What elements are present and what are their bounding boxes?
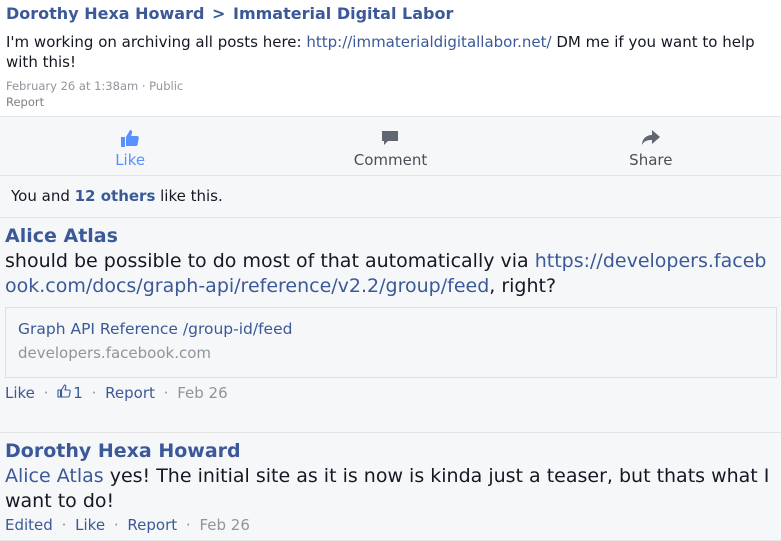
comment-sep: · xyxy=(185,516,191,534)
post-report-link[interactable]: Report xyxy=(6,94,775,110)
comment-item: Dorothy Hexa Howard Alice Atlas yes! The… xyxy=(0,433,781,541)
comment-author-link[interactable]: Alice Atlas xyxy=(5,218,776,248)
likes-others-link[interactable]: 12 others xyxy=(75,187,156,205)
post-url-link[interactable]: http://immaterialdigitallabor.net/ xyxy=(306,33,551,51)
comment-text-before: should be possible to do most of that au… xyxy=(5,250,535,272)
likes-prefix: You and xyxy=(11,187,75,205)
comment-like-count-value: 1 xyxy=(73,384,83,402)
comment-report-link[interactable]: Report xyxy=(127,516,177,534)
comment-author-link[interactable]: Dorothy Hexa Howard xyxy=(5,433,776,463)
comment-actions: Like · 1 · Report · Feb 26 xyxy=(5,384,776,402)
post-timestamp[interactable]: February 26 at 1:38am xyxy=(6,79,138,93)
post-byline: Dorothy Hexa Howard > Immaterial Digital… xyxy=(6,4,775,24)
post-text-before: I'm working on archiving all posts here: xyxy=(6,33,307,51)
comment-sep: · xyxy=(91,384,97,402)
share-icon xyxy=(640,128,662,151)
comment-mention-link[interactable]: Alice Atlas xyxy=(5,465,104,487)
comment-like-button[interactable]: Like xyxy=(75,516,105,534)
post-author-link[interactable]: Dorothy Hexa Howard xyxy=(6,4,204,23)
share-button-label: Share xyxy=(629,150,673,169)
likes-suffix: like this. xyxy=(155,187,223,205)
link-preview-title: Graph API Reference /group-id/feed xyxy=(18,320,293,338)
byline-separator: > xyxy=(212,4,226,23)
likes-summary: You and 12 others like this. xyxy=(0,176,781,218)
comment-text-body: yes! The initial site as it is now is ki… xyxy=(5,465,770,512)
comment-text: should be possible to do most of that au… xyxy=(5,249,776,299)
comment-edited-link[interactable]: Edited xyxy=(5,516,53,534)
like-button[interactable]: Like xyxy=(0,117,260,175)
comment-like-button[interactable]: Like xyxy=(5,384,35,402)
thumbs-up-icon xyxy=(120,128,140,151)
post-text: I'm working on archiving all posts here:… xyxy=(6,32,775,72)
comment-date[interactable]: Feb 26 xyxy=(199,516,249,534)
meta-dot: · xyxy=(141,79,146,93)
comment-sep: · xyxy=(61,516,67,534)
comment-sep: · xyxy=(163,384,169,402)
comment-text: Alice Atlas yes! The initial site as it … xyxy=(5,464,776,514)
action-bar: Like Comment Share xyxy=(0,116,781,176)
comment-report-link[interactable]: Report xyxy=(105,384,155,402)
group-link[interactable]: Immaterial Digital Labor xyxy=(233,4,453,23)
comment-icon xyxy=(380,128,400,151)
comment-actions: Edited · Like · Report · Feb 26 xyxy=(5,516,776,534)
small-thumbs-up-icon xyxy=(57,384,73,402)
comment-date[interactable]: Feb 26 xyxy=(177,384,227,402)
post-header: Dorothy Hexa Howard > Immaterial Digital… xyxy=(0,0,781,116)
comment-sep: · xyxy=(113,516,119,534)
comment-sep: · xyxy=(43,384,49,402)
comment-item: Alice Atlas should be possible to do mos… xyxy=(0,218,781,433)
comment-button[interactable]: Comment xyxy=(260,117,520,175)
comment-text-after: , right? xyxy=(489,275,557,297)
link-preview-domain: developers.facebook.com xyxy=(18,344,212,362)
post-privacy: Public xyxy=(149,79,184,93)
post-meta: February 26 at 1:38am · Public xyxy=(6,78,775,94)
comment-button-label: Comment xyxy=(353,150,428,169)
like-button-label: Like xyxy=(115,150,146,169)
link-preview-card[interactable]: Graph API Reference /group-id/feed devel… xyxy=(5,307,777,378)
comment-like-count[interactable]: 1 xyxy=(57,384,83,402)
share-button[interactable]: Share xyxy=(521,117,781,175)
